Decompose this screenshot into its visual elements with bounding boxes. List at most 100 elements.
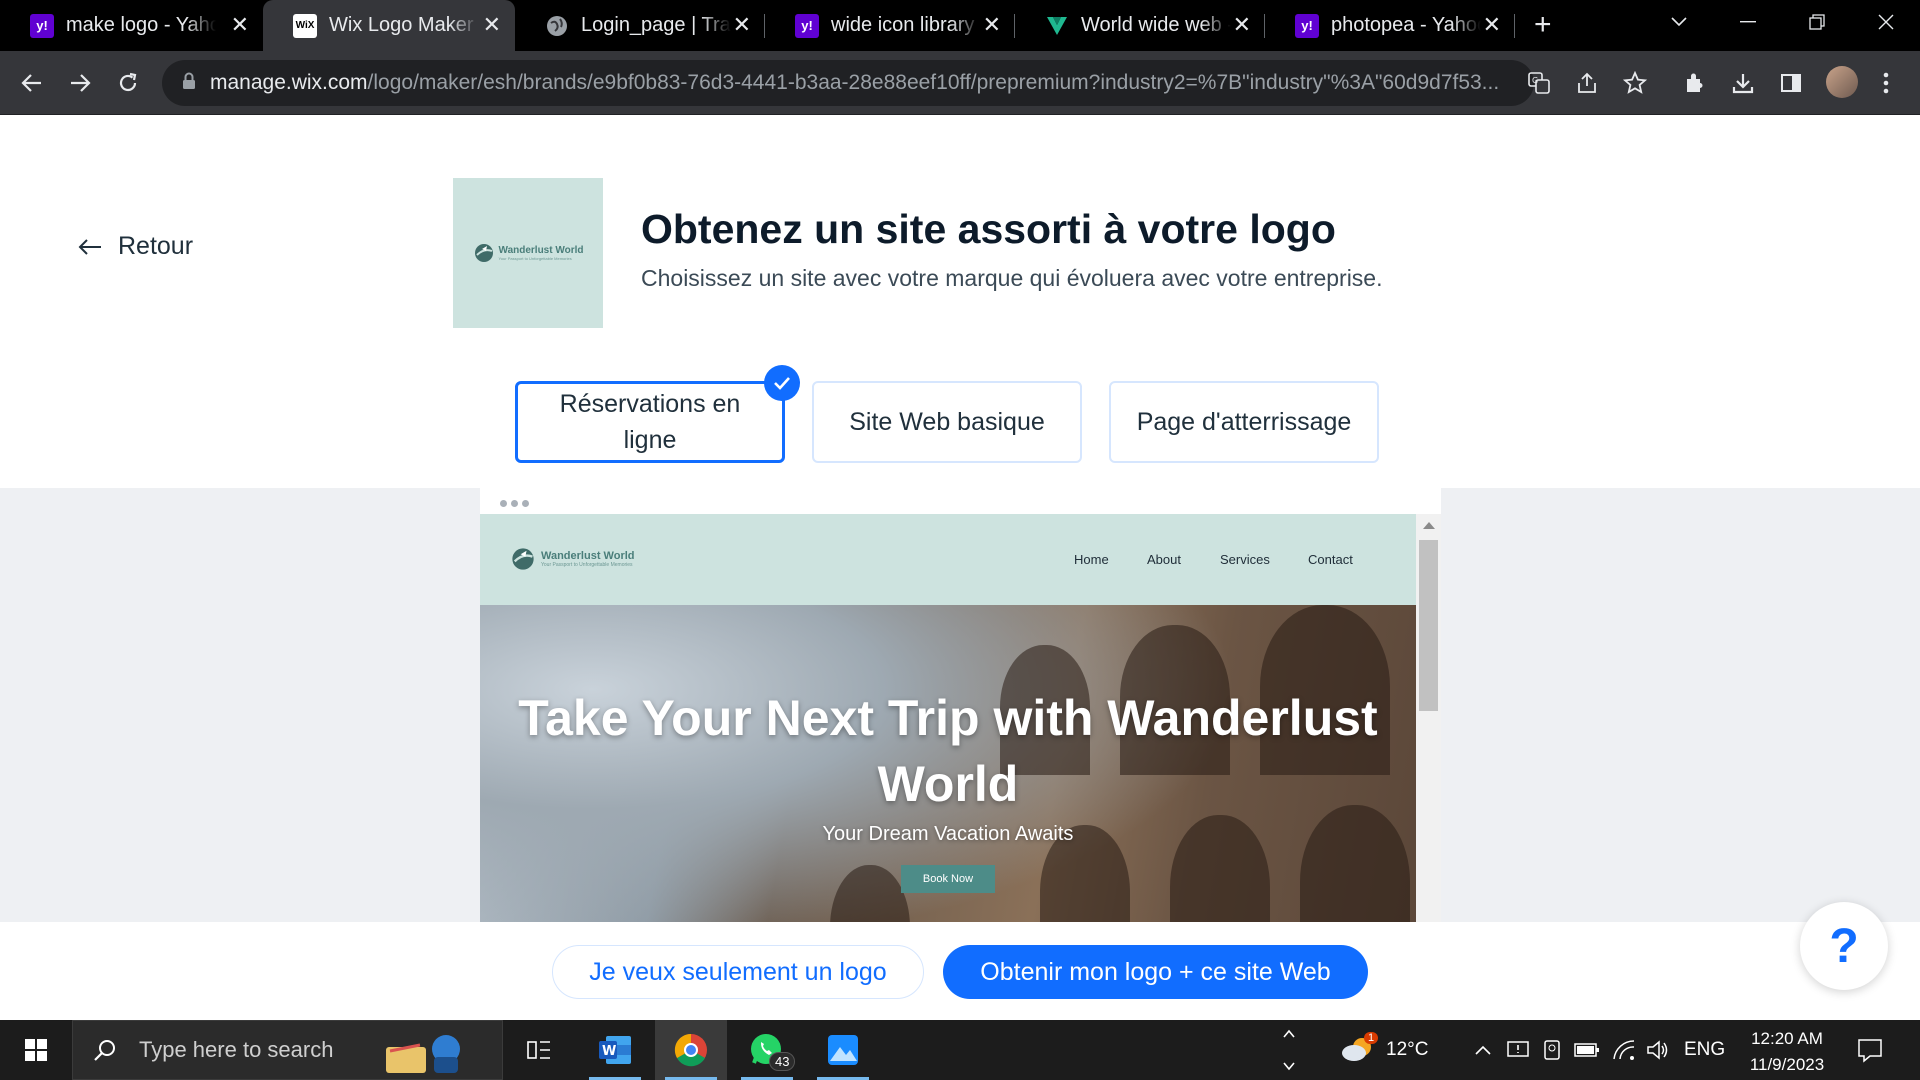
chrome-icon (674, 1033, 707, 1067)
notification-button[interactable] (1856, 1020, 1884, 1080)
option-basic-website[interactable]: Site Web basique (812, 381, 1082, 463)
reload-button[interactable] (110, 65, 146, 101)
profile-avatar[interactable] (1826, 66, 1858, 98)
page-subtitle: Choisissez un site avec votre marque qui… (641, 265, 1383, 291)
wifi-icon (1613, 1040, 1635, 1060)
extensions-icon[interactable] (1677, 65, 1713, 101)
back-label: Retour (118, 232, 194, 260)
weather-badge: 1 (1364, 1032, 1379, 1044)
yahoo-icon: y! (795, 13, 819, 38)
tray-scroll[interactable] (1282, 1020, 1296, 1080)
close-icon[interactable]: ✕ (483, 13, 501, 37)
tab-wide-icon-library[interactable]: y! wide icon library - ✕ (765, 0, 1015, 51)
preview-nav-about[interactable]: About (1147, 552, 1181, 567)
tab-search-button[interactable] (1644, 0, 1714, 44)
restore-button[interactable] (1782, 0, 1852, 44)
option-online-booking[interactable]: Réservations en ligne (515, 381, 785, 463)
preview-header: Wanderlust World Your Passport to Unforg… (480, 514, 1416, 605)
translate-icon[interactable]: G (1521, 65, 1557, 101)
tab-photopea[interactable]: y! photopea - Yahoo ✕ (1265, 0, 1515, 51)
vuetify-icon (1045, 14, 1069, 38)
close-icon[interactable]: ✕ (231, 13, 249, 37)
address-bar[interactable]: manage.wix.com/logo/maker/esh/brands/e9b… (162, 60, 1534, 106)
menu-icon[interactable] (1868, 65, 1904, 101)
tab-title: World wide web - I (1081, 14, 1231, 36)
preview-nav-services[interactable]: Services (1220, 552, 1270, 567)
reload-icon (119, 72, 137, 92)
task-view-icon (527, 1041, 550, 1059)
logo-preview: Wanderlust World Your Passport to Unforg… (453, 178, 603, 328)
tab-title: Login_page | Trave (581, 14, 731, 36)
preview-brand: Wanderlust World (541, 550, 635, 562)
option-label: Réservations en ligne (559, 390, 741, 454)
taskbar-search[interactable]: Type here to search (72, 1020, 503, 1080)
weather-widget[interactable]: 1 12°C (1340, 1020, 1428, 1080)
forward-button[interactable] (62, 65, 98, 101)
lock-icon[interactable] (182, 72, 200, 95)
tab-world-wide-web[interactable]: World wide web - I ✕ (1015, 0, 1265, 51)
tab-title: Wix Logo Maker (329, 14, 474, 36)
globe-icon (545, 14, 569, 38)
photos-icon (828, 1035, 858, 1065)
bookmark-star-icon[interactable] (1617, 65, 1653, 101)
close-window-button[interactable] (1851, 0, 1920, 44)
tab-wix-logo-maker[interactable]: WiX Wix Logo Maker ✕ (263, 0, 515, 51)
close-icon[interactable]: ✕ (1233, 13, 1251, 37)
clock-date: 11/9/2023 (1749, 1055, 1825, 1074)
arrow-left-icon (78, 238, 101, 255)
logo-name: Wanderlust World (498, 245, 584, 256)
windows-taskbar: Type here to search W 43 1 12°C ENG 12:2… (0, 1020, 1920, 1080)
preview-hero-title: Take Your Next Trip with Wanderlust Worl… (518, 690, 1378, 812)
language-indicator[interactable]: ENG (1684, 1039, 1725, 1061)
close-icon[interactable]: ✕ (983, 13, 1001, 37)
option-landing-page[interactable]: Page d'atterrissage (1109, 381, 1379, 463)
monitor-alert-icon (1507, 1041, 1529, 1057)
weather-temp: 12°C (1386, 1039, 1429, 1060)
help-button[interactable]: ? (1800, 902, 1888, 990)
preview-hero-subtitle: Your Dream Vacation Awaits (822, 823, 1074, 845)
wix-page: Retour Wanderlust World Your Passport to… (0, 116, 1920, 1020)
tab-strip: y! make logo - Yahoo ✕ WiX Wix Logo Make… (0, 0, 1920, 51)
arrow-left-icon (21, 74, 41, 92)
logo-mark: Wanderlust World Your Passport to Unforg… (473, 242, 584, 264)
download-icon[interactable] (1725, 65, 1761, 101)
clock[interactable]: 12:20 AM 11/9/2023 (1732, 1026, 1842, 1078)
svg-text:G: G (1532, 76, 1538, 85)
back-button[interactable] (14, 65, 50, 101)
taskbar-photos[interactable] (807, 1020, 879, 1080)
close-icon[interactable]: ✕ (733, 13, 751, 37)
logo-tagline: Your Passport to Unforgettable Memories (498, 256, 572, 261)
arrow-right-icon (71, 74, 91, 92)
preview-book-now-button[interactable]: Book Now (901, 865, 995, 893)
preview-nav-home[interactable]: Home (1074, 552, 1109, 567)
tab-login-page[interactable]: Login_page | Trave ✕ (515, 0, 765, 51)
preview-nav-contact[interactable]: Contact (1308, 552, 1353, 567)
url-text: manage.wix.com/logo/maker/esh/brands/e9b… (210, 71, 1534, 95)
start-button[interactable] (0, 1020, 72, 1080)
windows-icon (25, 1039, 47, 1061)
whatsapp-badge: 43 (769, 1052, 796, 1071)
tray-icons: ENG (1474, 1020, 1725, 1080)
scroll-thumb[interactable] (1419, 540, 1438, 711)
task-view-button[interactable] (503, 1020, 575, 1080)
logo-only-button[interactable]: Je veux seulement un logo (552, 945, 924, 999)
scroll-up-icon[interactable] (1423, 522, 1435, 529)
tab-title: make logo - Yahoo (66, 14, 216, 36)
battery-icon (1574, 1043, 1599, 1057)
close-icon[interactable]: ✕ (1483, 13, 1501, 37)
taskbar-whatsapp[interactable]: 43 (731, 1020, 803, 1080)
globe-plane-icon (474, 244, 493, 262)
side-panel-icon[interactable] (1773, 65, 1809, 101)
tab-make-logo[interactable]: y! make logo - Yahoo ✕ (0, 0, 263, 51)
taskbar-chrome[interactable] (655, 1020, 727, 1080)
browser-toolbar: manage.wix.com/logo/maker/esh/brands/e9b… (0, 51, 1920, 115)
back-link[interactable]: Retour (78, 232, 193, 261)
taskbar-word[interactable]: W (579, 1020, 651, 1080)
minimize-button[interactable] (1713, 0, 1783, 44)
share-icon[interactable] (1569, 65, 1605, 101)
logo-and-site-button[interactable]: Obtenir mon logo + ce site Web (943, 945, 1368, 999)
new-tab-button[interactable]: + (1534, 10, 1552, 40)
meet-now-icon (1544, 1040, 1560, 1060)
yahoo-icon: y! (1295, 13, 1319, 38)
volume-icon (1647, 1040, 1668, 1060)
